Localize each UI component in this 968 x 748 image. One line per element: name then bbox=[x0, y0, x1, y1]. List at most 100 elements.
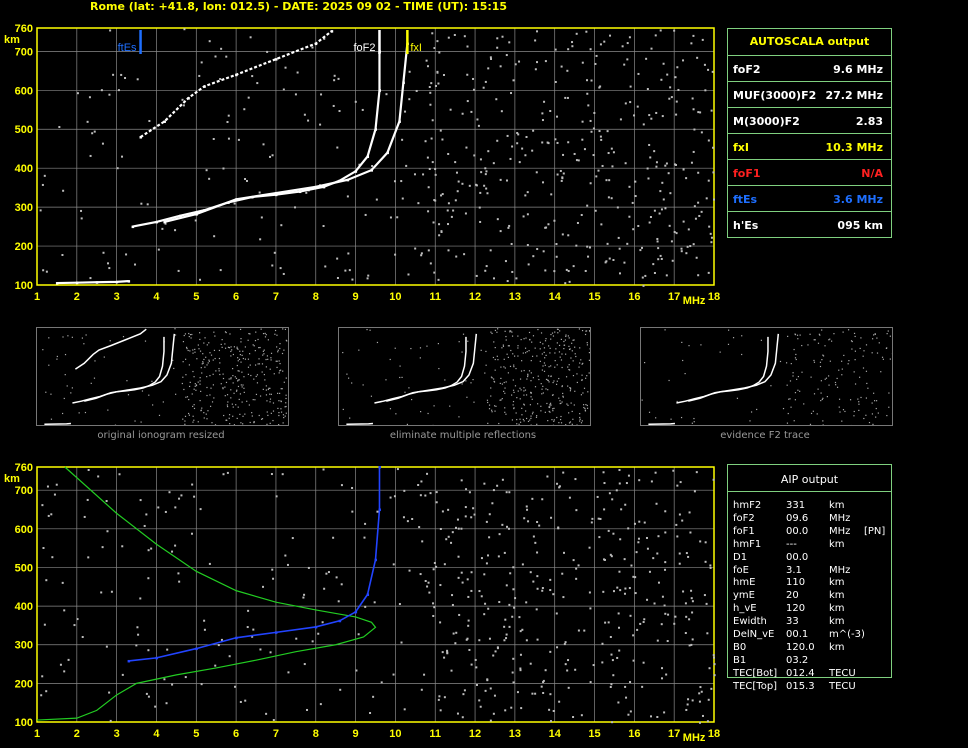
thumb-noise bbox=[513, 407, 515, 409]
trace-point bbox=[195, 213, 198, 216]
noise-dot bbox=[41, 504, 44, 507]
autoscala-row: foF1 N/A bbox=[728, 159, 891, 186]
thumb-noise bbox=[197, 381, 199, 383]
thumb-noise bbox=[572, 375, 575, 377]
noise-dot bbox=[51, 556, 54, 559]
noise-dot bbox=[372, 695, 375, 698]
noise-dot bbox=[291, 537, 294, 540]
noise-dot bbox=[527, 520, 530, 523]
noise-dot bbox=[594, 209, 597, 212]
noise-dot bbox=[108, 267, 111, 270]
noise-dot bbox=[642, 123, 645, 126]
noise-dot bbox=[340, 583, 343, 586]
thumb-noise bbox=[490, 395, 492, 397]
thumb-noise bbox=[84, 411, 87, 414]
thumb-noise bbox=[727, 329, 730, 331]
noise-dot bbox=[655, 502, 658, 505]
thumb-noise bbox=[231, 403, 233, 405]
thumb-noise bbox=[551, 332, 554, 334]
thumb-noise bbox=[437, 342, 439, 345]
noise-dot bbox=[508, 625, 511, 628]
noise-dot bbox=[101, 546, 104, 549]
thumb-noise bbox=[134, 420, 136, 422]
noise-dot bbox=[606, 130, 609, 133]
thumb-noise bbox=[505, 413, 507, 415]
thumb-noise bbox=[277, 407, 279, 410]
thumb-noise bbox=[505, 381, 507, 383]
thumb-noise bbox=[63, 397, 65, 400]
thumb-noise bbox=[512, 400, 515, 403]
thumb-noise bbox=[202, 361, 204, 363]
thumb-noise bbox=[248, 332, 250, 335]
thumb-noise bbox=[285, 377, 287, 379]
thumb-noise bbox=[282, 328, 284, 330]
autoscala-label: M(3000)F2 bbox=[733, 115, 800, 128]
noise-dot bbox=[653, 271, 656, 274]
noise-dot bbox=[42, 269, 45, 272]
noise-dot bbox=[488, 513, 491, 516]
thumb-noise bbox=[192, 405, 194, 408]
noise-dot bbox=[463, 689, 466, 692]
thumb-noise bbox=[517, 355, 519, 357]
noise-dot bbox=[664, 207, 667, 210]
thumb-noise bbox=[232, 382, 234, 384]
noise-dot bbox=[607, 621, 610, 624]
noise-dot bbox=[650, 117, 653, 120]
thumb-noise bbox=[519, 398, 521, 400]
noise-dot bbox=[712, 171, 715, 174]
autoscala-value: 095 km bbox=[837, 219, 883, 232]
thumb-noise bbox=[184, 333, 187, 335]
noise-dot bbox=[616, 586, 619, 589]
noise-dot bbox=[446, 652, 449, 655]
noise-dot bbox=[287, 671, 290, 674]
noise-dot bbox=[590, 79, 593, 82]
thumb-noise bbox=[760, 339, 762, 341]
aip-cell: km bbox=[829, 577, 845, 589]
thumb-noise bbox=[530, 360, 532, 362]
thumb-noise bbox=[566, 403, 568, 405]
noise-dot bbox=[227, 137, 230, 140]
noise-dot bbox=[567, 659, 570, 662]
noise-dot bbox=[97, 475, 100, 478]
noise-dot bbox=[118, 473, 121, 476]
noise-dot bbox=[478, 206, 481, 209]
thumb-noise bbox=[498, 422, 500, 425]
noise-dot bbox=[493, 694, 496, 697]
noise-dot bbox=[616, 206, 619, 209]
noise-dot bbox=[239, 700, 242, 703]
thumb-noise bbox=[561, 401, 563, 403]
noise-dot bbox=[438, 695, 441, 698]
noise-dot bbox=[445, 538, 448, 541]
aip-cell: h_vE bbox=[733, 603, 757, 615]
thumb-noise bbox=[531, 341, 533, 343]
noise-dot bbox=[645, 536, 648, 539]
thumb-noise bbox=[813, 393, 816, 395]
thumb-noise bbox=[500, 366, 502, 368]
trace-point bbox=[235, 198, 238, 201]
thumb-noise bbox=[247, 339, 249, 341]
thumb-noise bbox=[261, 418, 264, 420]
noise-dot bbox=[607, 152, 610, 155]
noise-dot bbox=[648, 114, 651, 117]
thumb-noise bbox=[848, 360, 850, 362]
thumb-noise bbox=[199, 332, 201, 334]
noise-dot bbox=[652, 557, 655, 560]
thumb-noise bbox=[236, 364, 238, 367]
noise-dot bbox=[244, 178, 247, 181]
thumb-noise bbox=[585, 404, 587, 406]
thumb-noise bbox=[574, 390, 576, 392]
noise-dot bbox=[489, 249, 492, 252]
thumb-noise bbox=[540, 383, 542, 385]
thumb-noise bbox=[199, 399, 201, 402]
noise-dot bbox=[440, 194, 443, 197]
thumb-noise bbox=[433, 405, 435, 407]
noise-dot bbox=[439, 527, 442, 530]
noise-dot bbox=[124, 77, 127, 80]
thumb-noise bbox=[527, 375, 529, 378]
noise-dot bbox=[660, 208, 663, 211]
noise-dot bbox=[660, 257, 663, 260]
noise-dot bbox=[203, 628, 206, 631]
y-tick-label: 600 bbox=[15, 85, 33, 97]
thumb-noise bbox=[499, 382, 501, 385]
thumb-noise bbox=[821, 359, 823, 361]
